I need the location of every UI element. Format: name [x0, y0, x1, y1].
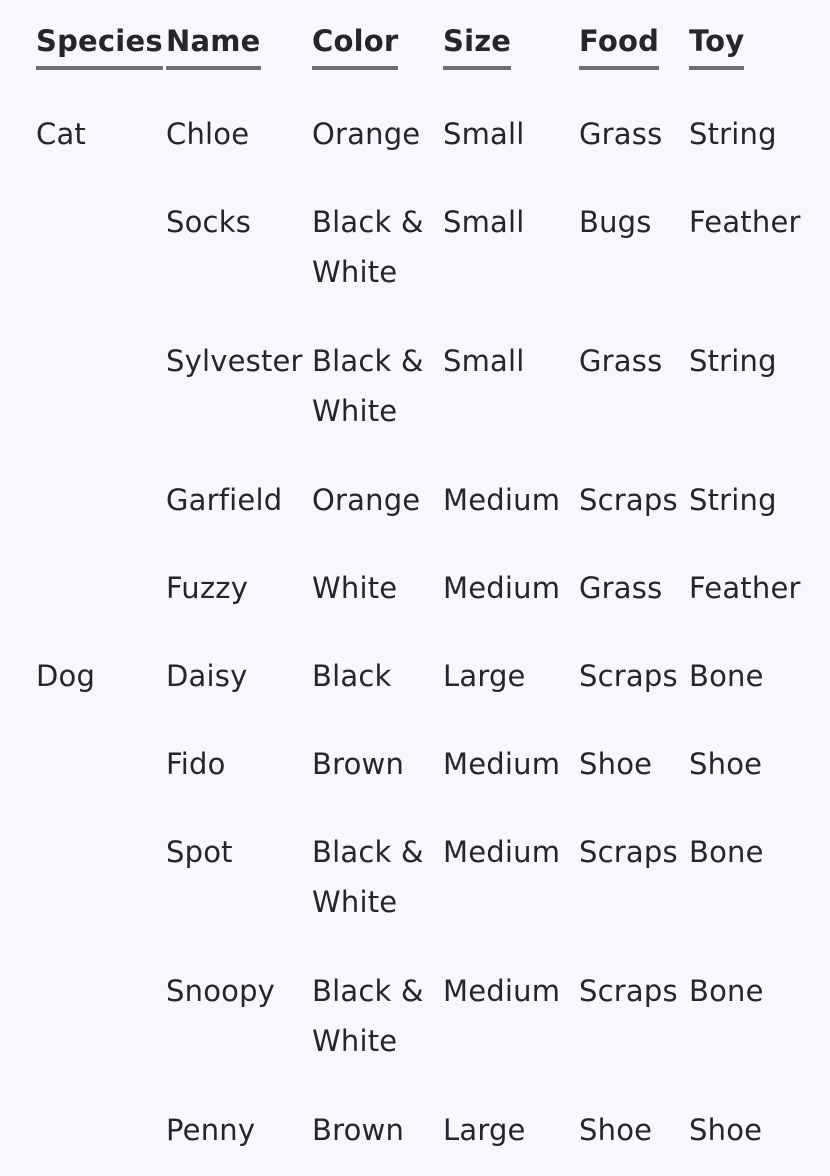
column-header-toy: Toy — [689, 19, 745, 70]
cell-color: Brown — [312, 1113, 405, 1147]
cell-size: Small — [443, 205, 525, 239]
cell-size: Large — [443, 1113, 526, 1147]
cell-name: Spot — [166, 835, 233, 869]
column-header-species: Species — [36, 19, 163, 70]
cell-species: Dog — [36, 659, 96, 693]
cell-color: Brown — [312, 747, 405, 781]
cell-size: Medium — [443, 974, 561, 1008]
cell-toy: String — [689, 344, 777, 378]
cell-size: Large — [443, 659, 526, 693]
column-header-food: Food — [579, 19, 660, 70]
cell-toy: Feather — [689, 571, 801, 605]
cell-size: Medium — [443, 835, 561, 869]
cell-size: Medium — [443, 747, 561, 781]
cell-name: Fuzzy — [166, 571, 249, 605]
cell-toy: String — [689, 483, 777, 517]
cell-toy: Bone — [689, 835, 764, 869]
cell-name: Daisy — [166, 659, 248, 693]
cell-size: Medium — [443, 571, 561, 605]
cell-food: Scraps — [579, 835, 678, 869]
cell-color: Black — [312, 659, 392, 693]
cell-color: White — [312, 571, 398, 605]
cell-food: Bugs — [579, 205, 652, 239]
cell-name: Sylvester — [166, 344, 303, 378]
cell-color: Orange — [312, 483, 421, 517]
cell-name: Penny — [166, 1113, 256, 1147]
cell-name: Socks — [166, 205, 251, 239]
cell-toy: Bone — [689, 974, 764, 1008]
cell-size: Medium — [443, 483, 561, 517]
cell-name: Chloe — [166, 117, 250, 151]
column-header-name: Name — [166, 19, 261, 70]
column-header-size: Size — [443, 19, 512, 70]
cell-name: Garfield — [166, 483, 283, 517]
cell-food: Scraps — [579, 659, 678, 693]
cell-food: Scraps — [579, 483, 678, 517]
cell-food: Grass — [579, 571, 663, 605]
cell-food: Shoe — [579, 747, 653, 781]
cell-toy: Shoe — [689, 1113, 763, 1147]
cell-food: Scraps — [579, 974, 678, 1008]
column-header-color: Color — [312, 19, 399, 70]
cell-size: Small — [443, 117, 525, 151]
cell-toy: Feather — [689, 205, 801, 239]
cell-food: Grass — [579, 117, 663, 151]
cell-food: Shoe — [579, 1113, 653, 1147]
cell-name: Fido — [166, 747, 226, 781]
cell-name: Snoopy — [166, 974, 276, 1008]
cell-color: Orange — [312, 117, 421, 151]
cell-color: Black & White — [312, 205, 424, 289]
cell-color: Black & White — [312, 974, 424, 1058]
cell-toy: Bone — [689, 659, 764, 693]
cell-toy: Shoe — [689, 747, 763, 781]
cell-food: Grass — [579, 344, 663, 378]
cell-color: Black & White — [312, 835, 424, 919]
pets-table: Species Name Color Size Food Toy Cat Chl… — [0, 0, 830, 1176]
cell-species: Cat — [36, 117, 86, 151]
cell-color: Black & White — [312, 344, 424, 428]
cell-size: Small — [443, 344, 525, 378]
cell-toy: String — [689, 117, 777, 151]
